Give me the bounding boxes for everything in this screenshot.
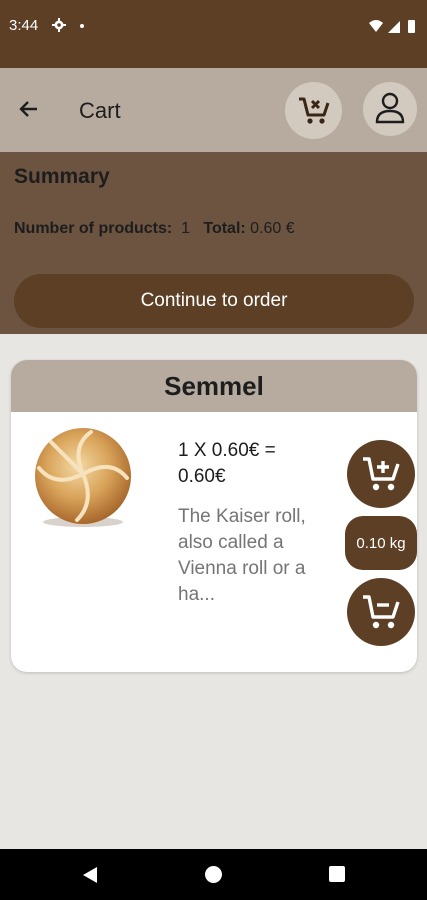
notification-dot-icon [80,24,84,28]
summary-section: Summary Number of products: 1 Total: 0.6… [0,152,427,334]
total-label: Total: [203,220,246,237]
cart-minus-icon [363,595,400,629]
summary-details: Number of products: 1 Total: 0.60 € [14,220,295,238]
system-status-icons [369,20,415,33]
price-calculation: 1 X 0.60€ = 0.60€ [178,440,276,487]
arrow-back-icon[interactable] [16,96,42,122]
remove-from-cart-button[interactable] [347,578,415,646]
person-icon [375,92,405,124]
wifi-icon [369,20,383,32]
semmel-image [35,428,131,527]
cart-item-card: Semmel 1 X 0.60€ = 0.60€ The Kaiser roll… [11,360,417,672]
product-description: The Kaiser roll, also called a Vienna ro… [178,506,306,605]
products-count-value: 1 [181,220,191,237]
page-title: Cart [79,98,121,123]
quantity-badge: 0.10 kg [345,516,417,570]
battery-icon [408,20,415,33]
nav-back-icon[interactable] [81,866,98,884]
cart-remove-icon [299,97,330,124]
product-name: Semmel [11,360,417,412]
continue-to-order-button[interactable]: Continue to order [14,274,414,328]
total-value: 0.60 € [250,220,295,237]
account-button[interactable] [363,82,417,136]
nav-home-icon[interactable] [205,866,222,883]
clear-cart-button[interactable] [285,82,342,139]
app-toolbar: Cart [0,68,427,152]
status-time: 3:44 [9,17,39,34]
gear-icon [52,18,66,32]
status-bar: 3:44 [0,0,427,68]
summary-title: Summary [14,165,110,188]
products-count-label: Number of products: [14,220,173,237]
signal-icon [388,21,400,33]
add-to-cart-button[interactable] [347,440,415,508]
system-navigation-bar [0,849,427,900]
nav-recents-icon[interactable] [329,866,345,882]
cart-plus-icon [363,457,400,491]
